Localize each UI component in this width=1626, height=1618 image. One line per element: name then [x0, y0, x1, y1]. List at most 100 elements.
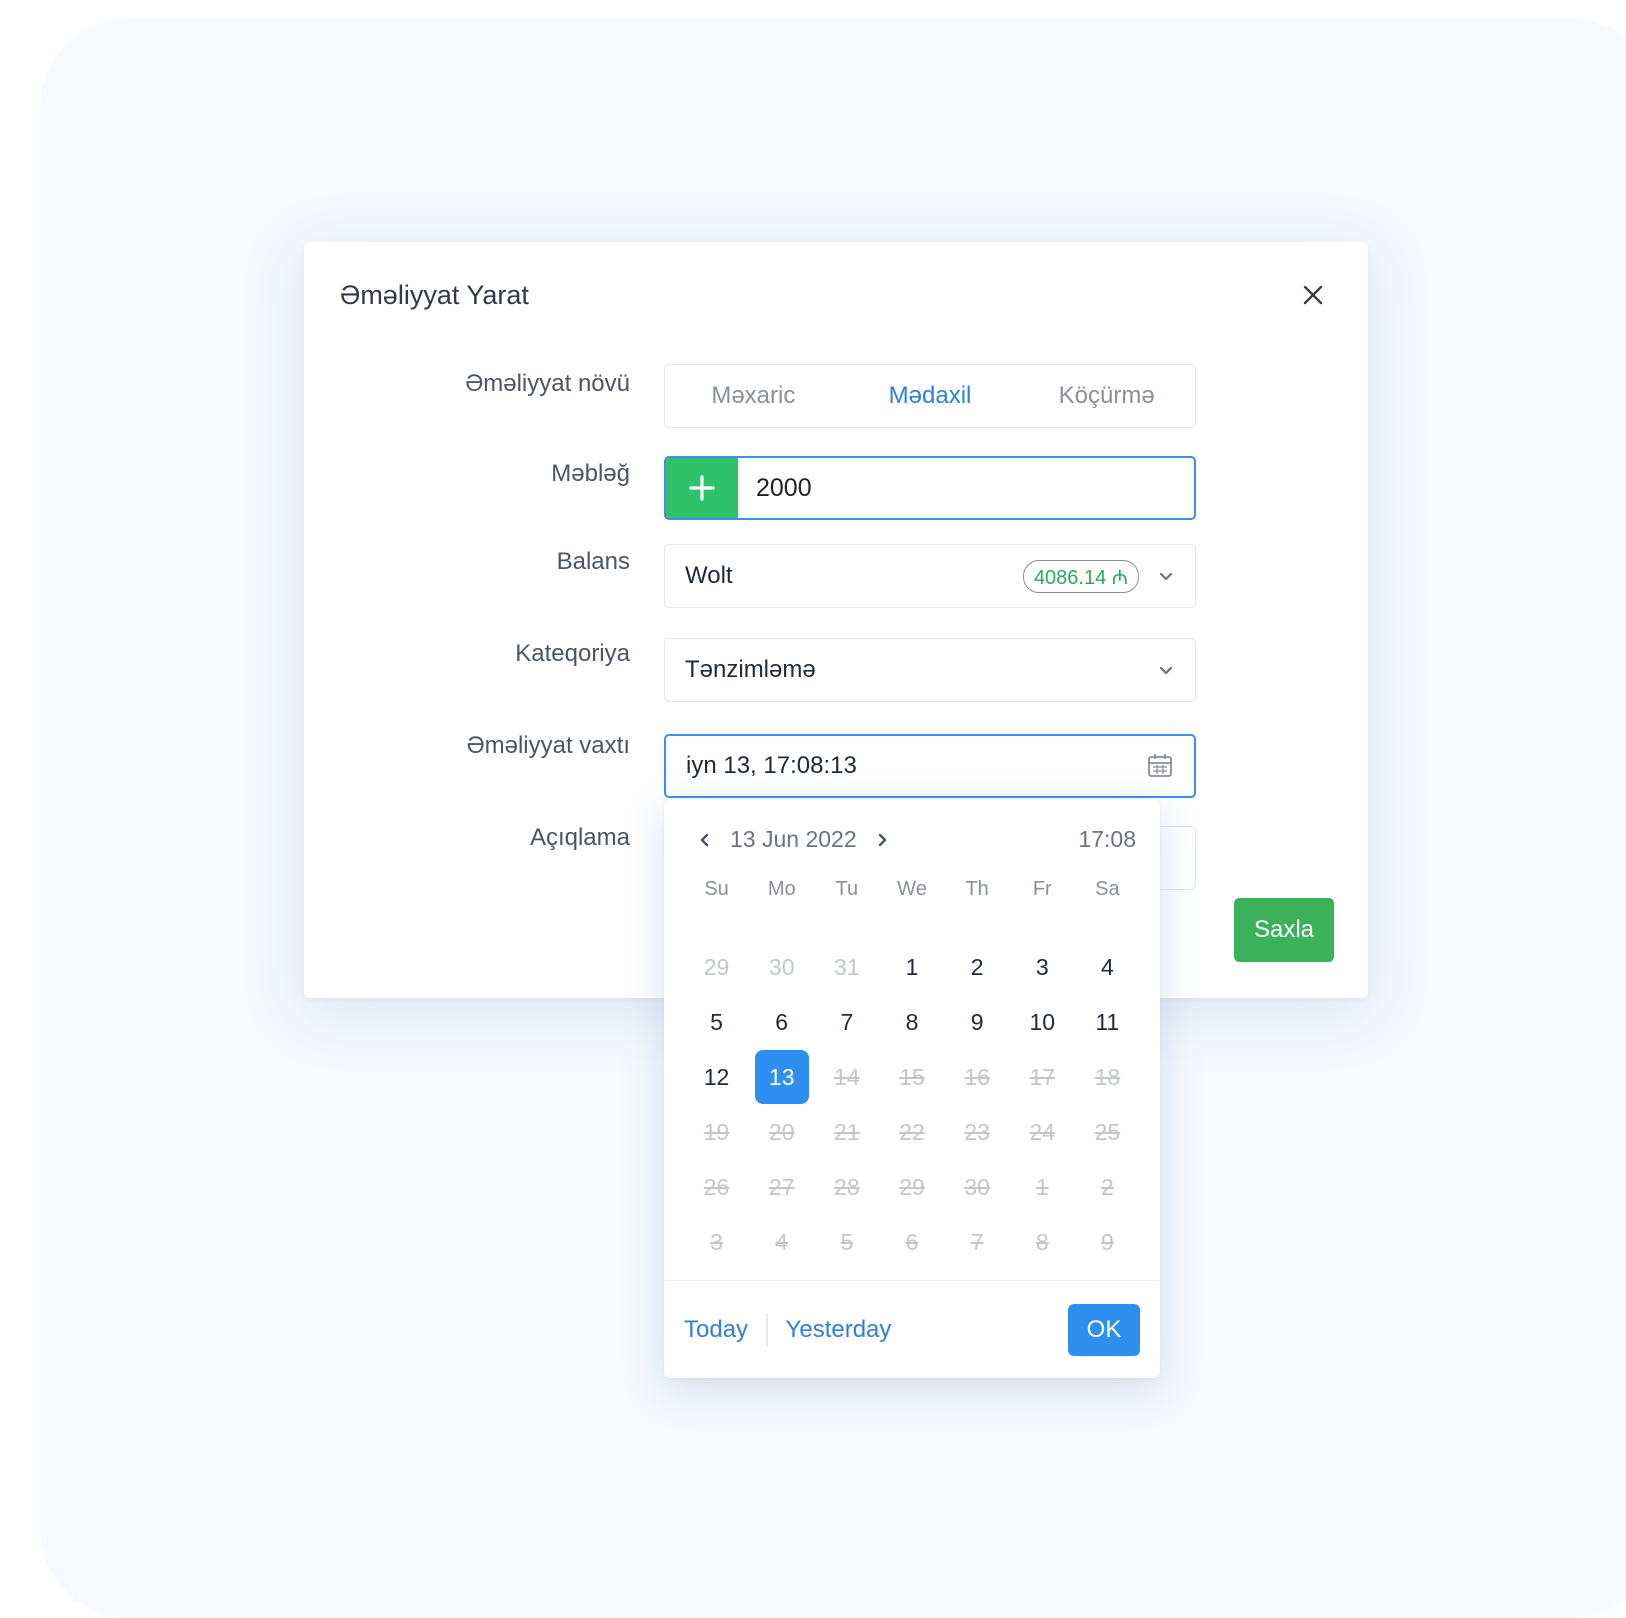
today-button[interactable]: Today: [684, 1316, 748, 1344]
calendar-day-number: 19: [703, 1118, 730, 1145]
calendar-day[interactable]: 3: [1010, 940, 1075, 994]
calendar-day: 24: [1010, 1105, 1075, 1159]
calendar-day: 1: [1010, 1160, 1075, 1214]
datepicker-header: 13 Jun 2022 17:08: [694, 826, 1136, 853]
calendar-day-number: 8: [1035, 1228, 1049, 1255]
calendar-day: 9: [1075, 1215, 1140, 1269]
calendar-day[interactable]: 1: [879, 940, 944, 994]
datepicker-time-label[interactable]: 17:08: [1078, 826, 1136, 853]
calendar-day-number: 24: [1029, 1118, 1056, 1145]
chevron-left-icon[interactable]: [694, 829, 716, 851]
amount-sign-toggle[interactable]: [666, 458, 738, 518]
close-button[interactable]: [1296, 278, 1330, 312]
type-option-income[interactable]: Mədaxil: [842, 382, 1019, 410]
calendar-day: 18: [1075, 1050, 1140, 1104]
amount-label: Məbləğ: [551, 460, 630, 487]
calendar-day[interactable]: 29: [684, 940, 749, 994]
calendar-day: 4: [749, 1215, 814, 1269]
calendar-day-number: 8: [905, 1008, 919, 1035]
type-segmented-control: Məxaric Mədaxil Köçürmə: [664, 364, 1196, 428]
calendar-day[interactable]: 10: [1010, 995, 1075, 1049]
calendar-day[interactable]: 8: [879, 995, 944, 1049]
calendar-day-number: 3: [1035, 953, 1049, 980]
calendar-day-number: 26: [703, 1173, 730, 1200]
calendar-day-number: 5: [840, 1228, 854, 1255]
calendar-day-number: 6: [775, 1008, 789, 1035]
calendar-day: 16: [945, 1050, 1010, 1104]
calendar-day-number: 15: [899, 1063, 925, 1090]
calendar-day[interactable]: 12: [684, 1050, 749, 1104]
calendar-day: 6: [879, 1215, 944, 1269]
calendar-day[interactable]: 31: [814, 940, 879, 994]
calendar-day: 14: [814, 1050, 879, 1104]
calendar-day-number: 17: [1029, 1063, 1056, 1090]
weekday-label: Sa: [1095, 878, 1120, 900]
calendar-day: 8: [1010, 1215, 1075, 1269]
type-option-transfer[interactable]: Köçürmə: [1018, 382, 1195, 410]
chevron-right-icon[interactable]: [871, 829, 893, 851]
calendar-day-number: 16: [964, 1063, 990, 1090]
calendar-day[interactable]: 30: [749, 940, 814, 994]
weekday-label: Th: [965, 878, 989, 900]
calendar-day-number: 23: [964, 1118, 990, 1145]
calendar-day-number: 30: [964, 1173, 990, 1200]
calendar-day-number: 29: [899, 1173, 925, 1200]
calendar-day: 7: [945, 1215, 1010, 1269]
datepicker-footer: Today Yesterday OK: [664, 1280, 1160, 1378]
calendar-day-number: 22: [899, 1118, 925, 1145]
type-option-expense[interactable]: Məxaric: [665, 382, 842, 410]
calendar-day-selected[interactable]: 13: [749, 1050, 814, 1104]
calendar-day-number: 2: [970, 953, 984, 980]
datetime-input[interactable]: iyn 13, 17:08:13: [664, 734, 1196, 798]
calendar-day: 26: [684, 1160, 749, 1214]
calendar-icon: [1148, 754, 1172, 777]
calendar-day: 19: [684, 1105, 749, 1159]
calendar-day: 23: [945, 1105, 1010, 1159]
balance-select[interactable]: Wolt 4086.14 ₼: [664, 544, 1196, 608]
amount-input[interactable]: [738, 458, 1194, 518]
category-label: Kateqoriya: [515, 640, 630, 667]
calendar-day-number: 12: [703, 1063, 730, 1090]
calendar-day-number: 1: [905, 953, 919, 980]
calendar-day[interactable]: 6: [749, 995, 814, 1049]
category-select[interactable]: Tənzimləmə: [664, 638, 1196, 702]
calendar-week-row: 19 20 21 22 23 24 25: [684, 1105, 1140, 1159]
calendar-day-number: 21: [834, 1118, 860, 1145]
datepicker-month-label[interactable]: 13 Jun 2022: [730, 826, 857, 853]
calendar-day-number: 4: [775, 1228, 789, 1255]
calendar-day-number: 11: [1095, 1008, 1120, 1035]
calendar-day-number: 18: [1094, 1063, 1121, 1090]
calendar-day[interactable]: 11: [1075, 995, 1140, 1049]
calendar-day-number: 10: [1029, 1008, 1056, 1035]
calendar-day-number: 25: [1094, 1118, 1121, 1145]
calendar-week-row: 26 27 28 29 30 1 2: [684, 1160, 1140, 1214]
calendar-day: 5: [814, 1215, 879, 1269]
balance-amount-badge: 4086.14 ₼: [1022, 559, 1139, 593]
type-label: Əməliyyat növü: [465, 370, 630, 397]
calendar-day[interactable]: 2: [945, 940, 1010, 994]
calendar-day-number: 13: [754, 1050, 809, 1104]
yesterday-button[interactable]: Yesterday: [786, 1316, 892, 1344]
chevron-down-icon: [1159, 572, 1173, 581]
calendar-day[interactable]: 4: [1075, 940, 1140, 994]
weekday-label: Fr: [1032, 878, 1052, 900]
ok-button[interactable]: OK: [1068, 1303, 1140, 1356]
calendar-day[interactable]: 5: [684, 995, 749, 1049]
calendar-day: 22: [879, 1105, 944, 1159]
amount-field: [664, 456, 1196, 520]
datetime-value: iyn 13, 17:08:13: [686, 752, 857, 779]
calendar-day[interactable]: 9: [945, 995, 1010, 1049]
description-label: Açıqlama: [529, 824, 630, 851]
calendar-day-number: 30: [768, 953, 795, 980]
weekday-label: Mo: [767, 878, 796, 900]
calendar-day[interactable]: 7: [814, 995, 879, 1049]
calendar-day: 3: [684, 1215, 749, 1269]
save-button[interactable]: Saxla: [1234, 898, 1334, 962]
datepicker-popup: 13 Jun 2022 17:08 Su Mo Tu We Th Fr Sa 2…: [664, 800, 1160, 1378]
weekday-header-row: Su Mo Tu We Th Fr Sa: [684, 878, 1140, 901]
weekday-label: Tu: [835, 878, 859, 900]
category-value: Tənzimləmə: [685, 656, 816, 683]
datetime-label: Əməliyyat vaxtı: [466, 732, 630, 759]
calendar-day-number: 9: [970, 1008, 984, 1035]
calendar-day-number: 28: [834, 1173, 860, 1200]
